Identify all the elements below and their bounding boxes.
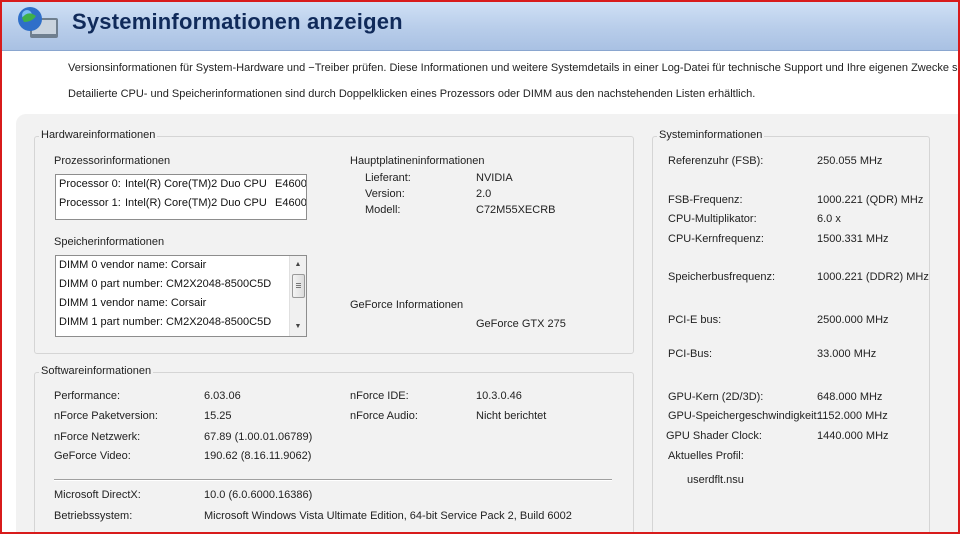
memory-bus-frequency-value: 1000.221 (DDR2) MHz — [817, 271, 929, 283]
memory-row-0[interactable]: DIMM 0 vendor name: Corsair — [56, 256, 306, 275]
processor-row-0-name: Processor 0: — [59, 178, 121, 190]
grip-line — [296, 287, 301, 288]
geforce-info-title: GeForce Informationen — [350, 299, 464, 311]
geforce-video-label: GeForce Video: — [54, 450, 131, 462]
gpu-memory-speed-value: 1152.000 MHz — [817, 410, 888, 422]
processor-row-0[interactable]: Processor 0: Intel(R) Core(TM)2 Duo CPU E4… — [56, 175, 306, 194]
processor-row-1[interactable]: Processor 1: Intel(R) Core(TM)2 Duo CPU E4… — [56, 194, 306, 213]
software-group: Softwareinformationen Performance: 6.03.… — [34, 365, 634, 532]
system-info-icon — [18, 7, 58, 38]
mainboard-vendor-value: NVIDIA — [476, 172, 513, 184]
mainboard-version-value: 2.0 — [476, 188, 492, 200]
memory-row-2[interactable]: DIMM 1 vendor name: Corsair — [56, 294, 306, 313]
grip-line — [296, 285, 301, 286]
geforce-gpu-value: GeForce GTX 275 — [476, 318, 566, 330]
hardware-group-title: Hardwareinformationen — [39, 129, 158, 141]
description-line-1: Versionsinformationen für System-Hardwar… — [68, 62, 960, 74]
memory-list-scrollbar[interactable]: ▲ ▼ — [289, 256, 306, 336]
mainboard-vendor-label: Lieferant: — [365, 172, 411, 184]
pci-bus-label: PCI-Bus: — [668, 348, 713, 360]
description-line-2: Detailierte CPU- und Speicherinformation… — [68, 88, 756, 100]
current-profile-value: userdflt.nsu — [687, 474, 744, 486]
geforce-video-value: 190.62 (8.16.11.9062) — [204, 450, 312, 462]
system-group-title: Systeminformationen — [657, 129, 765, 141]
processor-row-1-name: Processor 1: — [59, 197, 121, 209]
mainboard-model-value: C72M55XECRB — [476, 204, 556, 216]
cpu-multiplier-label: CPU-Multiplikator: — [668, 213, 757, 225]
nforce-audio-label: nForce Audio: — [350, 410, 418, 422]
nforce-ide-value: 10.3.0.46 — [476, 390, 522, 402]
performance-label: Performance: — [54, 390, 121, 402]
processor-info-title: Prozessorinformationen — [54, 155, 171, 167]
gpu-shader-clock-label: GPU Shader Clock: — [666, 430, 762, 442]
directx-value: 10.0 (6.0.6000.16386) — [204, 489, 313, 501]
memory-list[interactable]: DIMM 0 vendor name: Corsair DIMM 0 part … — [55, 255, 307, 337]
pci-bus-value: 33.000 MHz — [817, 348, 877, 360]
processor-row-0-tag: E4600 — [275, 178, 307, 190]
pcie-bus-label: PCI-E bus: — [668, 314, 722, 326]
grip-line — [296, 283, 301, 284]
memory-row-3[interactable]: DIMM 1 part number: CM2X2048-8500C5D — [56, 313, 306, 332]
software-group-title: Softwareinformationen — [39, 365, 154, 377]
memory-row-1[interactable]: DIMM 0 part number: CM2X2048-8500C5D — [56, 275, 306, 294]
system-group: Systeminformationen Referenzuhr (FSB): 2… — [652, 129, 930, 532]
gpu-shader-clock-value: 1440.000 MHz — [817, 430, 889, 442]
scrollbar-thumb[interactable] — [292, 274, 305, 298]
nforce-ide-label: nForce IDE: — [350, 390, 409, 402]
processor-row-1-model: Intel(R) Core(TM)2 Duo CPU — [125, 197, 267, 209]
ref-clock-value: 250.055 MHz — [817, 155, 883, 167]
scroll-down-arrow-icon[interactable]: ▼ — [290, 320, 306, 334]
mainboard-version-label: Version: — [365, 188, 405, 200]
os-label: Betriebssystem: — [54, 510, 133, 522]
content-panel: Hardwareinformationen Prozessorinformati… — [16, 114, 958, 532]
pcie-bus-value: 2500.000 MHz — [817, 314, 889, 326]
cpu-core-frequency-value: 1500.331 MHz — [817, 233, 889, 245]
separator-line — [54, 479, 612, 481]
os-value: Microsoft Windows Vista Ultimate Edition… — [204, 510, 572, 522]
fsb-frequency-label: FSB-Frequenz: — [668, 194, 743, 206]
page-title: Systeminformationen anzeigen — [72, 9, 403, 34]
gpu-core-label: GPU-Kern (2D/3D): — [668, 391, 764, 403]
nforce-package-label: nForce Paketversion: — [54, 410, 158, 422]
memory-bus-frequency-label: Speicherbusfrequenz: — [668, 271, 776, 283]
fsb-frequency-value: 1000.221 (QDR) MHz — [817, 194, 924, 206]
nforce-package-value: 15.25 — [204, 410, 232, 422]
mainboard-info-title: Hauptplatineninformationen — [350, 155, 485, 167]
window-frame: Systeminformationen anzeigen Versionsinf… — [0, 0, 960, 534]
gpu-memory-speed-label: GPU-Speichergeschwindigkeit: — [668, 410, 820, 422]
nforce-network-label: nForce Netzwerk: — [54, 431, 141, 443]
processor-list[interactable]: Processor 0: Intel(R) Core(TM)2 Duo CPU E4… — [55, 174, 307, 220]
memory-info-title: Speicherinformationen — [54, 236, 165, 248]
processor-row-0-model: Intel(R) Core(TM)2 Duo CPU — [125, 178, 267, 190]
nforce-audio-value: Nicht berichtet — [476, 410, 547, 422]
performance-value: 6.03.06 — [204, 390, 241, 402]
nforce-network-value: 67.89 (1.00.01.06789) — [204, 431, 313, 443]
cpu-core-frequency-label: CPU-Kernfrequenz: — [668, 233, 764, 245]
scroll-up-arrow-icon[interactable]: ▲ — [290, 258, 306, 272]
current-profile-label: Aktuelles Profil: — [668, 450, 744, 462]
hardware-group: Hardwareinformationen Prozessorinformati… — [34, 129, 634, 354]
directx-label: Microsoft DirectX: — [54, 489, 141, 501]
header-bar: Systeminformationen anzeigen — [2, 2, 958, 51]
mainboard-model-label: Modell: — [365, 204, 401, 216]
processor-row-1-tag: E4600 — [275, 197, 307, 209]
gpu-core-value: 648.000 MHz — [817, 391, 883, 403]
cpu-multiplier-value: 6.0 x — [817, 213, 841, 225]
ref-clock-label: Referenzuhr (FSB): — [668, 155, 764, 167]
